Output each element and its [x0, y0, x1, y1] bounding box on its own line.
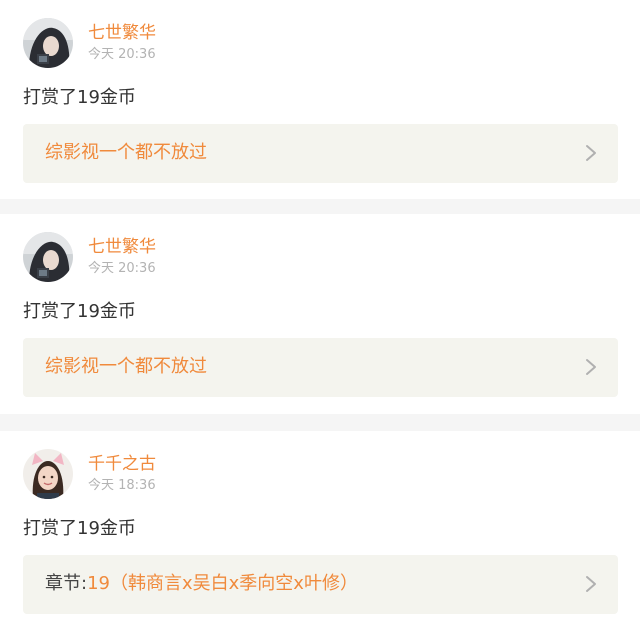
feed-item: 七世繁华 今天 20:36 打赏了19金币 综影视一个都不放过 — [0, 214, 640, 414]
avatar[interactable] — [23, 232, 73, 282]
reward-text: 打赏了19金币 — [23, 301, 136, 322]
username[interactable]: 七世繁华 — [88, 236, 156, 258]
chevron-right-icon — [584, 575, 598, 593]
timestamp: 今天 20:36 — [88, 261, 156, 276]
link-title: 综影视一个都不放过 — [45, 142, 207, 163]
timestamp: 今天 18:36 — [88, 478, 156, 493]
feed-item: 千千之古 今天 18:36 打赏了19金币 章节:19（韩商言x吴白x季向空x叶… — [0, 431, 640, 629]
avatar[interactable] — [23, 18, 73, 68]
work-link-label: 综影视一个都不放过 — [45, 355, 207, 379]
separator — [0, 199, 640, 214]
chapter-link-label: 章节:19（韩商言x吴白x季向空x叶修） — [45, 572, 358, 596]
avatar-dark-hair-icon — [23, 18, 73, 68]
feed-item: 七世繁华 今天 20:36 打赏了19金币 综影视一个都不放过 — [0, 0, 640, 199]
work-link-label: 综影视一个都不放过 — [45, 141, 207, 165]
avatar-dark-hair-icon — [23, 232, 73, 282]
timestamp: 今天 20:36 — [88, 47, 156, 62]
username[interactable]: 千千之古 — [88, 453, 156, 475]
link-prefix: 章节: — [45, 573, 88, 594]
reward-feed: 七世繁华 今天 20:36 打赏了19金币 综影视一个都不放过 七世繁华 今天 … — [0, 0, 640, 629]
reward-text: 打赏了19金币 — [23, 87, 136, 108]
chevron-right-icon — [584, 144, 598, 162]
work-link[interactable]: 综影视一个都不放过 — [23, 338, 618, 397]
avatar-cat-ears-icon — [23, 449, 73, 499]
work-link[interactable]: 综影视一个都不放过 — [23, 124, 618, 183]
chapter-link[interactable]: 章节:19（韩商言x吴白x季向空x叶修） — [23, 555, 618, 614]
link-title: 综影视一个都不放过 — [45, 356, 207, 377]
link-title: 19（韩商言x吴白x季向空x叶修） — [87, 573, 358, 594]
separator — [0, 414, 640, 431]
username[interactable]: 七世繁华 — [88, 22, 156, 44]
chevron-right-icon — [584, 358, 598, 376]
avatar[interactable] — [23, 449, 73, 499]
reward-text: 打赏了19金币 — [23, 518, 136, 539]
